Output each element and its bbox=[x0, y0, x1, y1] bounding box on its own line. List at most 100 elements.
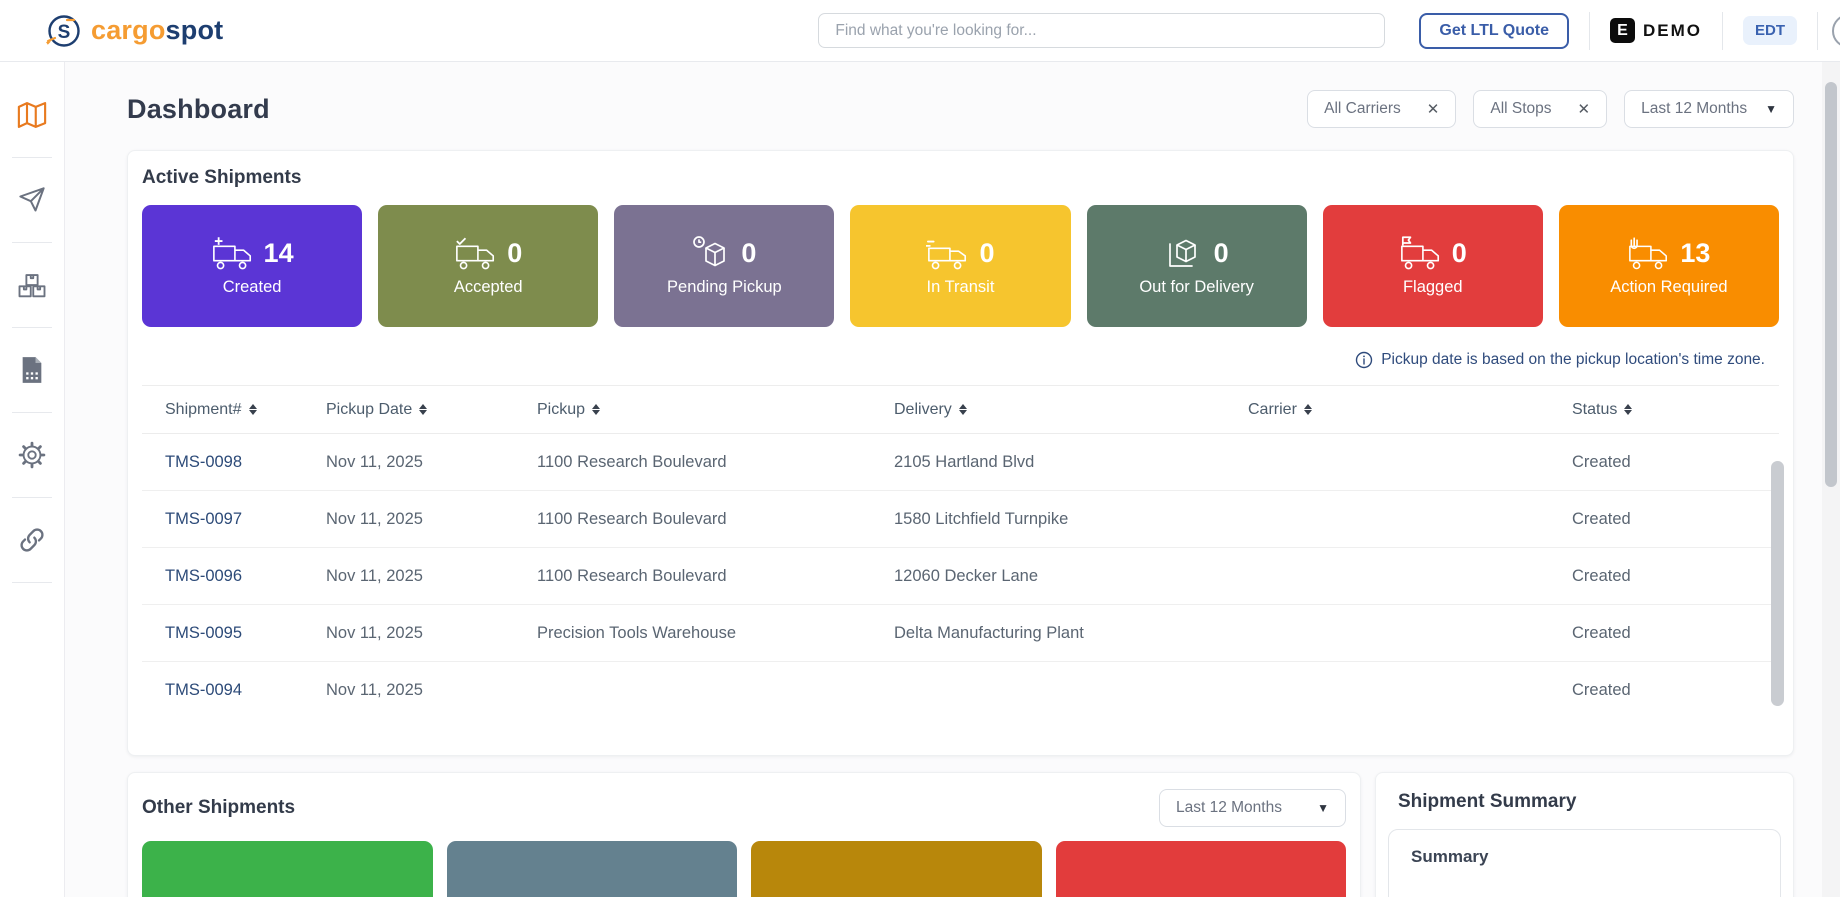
status-card-in-transit[interactable]: 0 In Transit bbox=[850, 205, 1071, 327]
header-delivery[interactable]: Delivery bbox=[894, 401, 1248, 419]
other-shipments-title: Other Shipments bbox=[142, 797, 296, 818]
summary-subtitle: Summary bbox=[1411, 847, 1489, 866]
summary-box: Summary bbox=[1388, 829, 1781, 897]
boxes-icon bbox=[17, 271, 47, 299]
pickup-cell: 1100 Research Boulevard bbox=[537, 566, 727, 585]
clear-carriers-icon[interactable]: ✕ bbox=[1427, 100, 1440, 118]
sidebar-item-invoices[interactable] bbox=[0, 331, 65, 409]
status-cell: Created bbox=[1572, 566, 1631, 585]
pickup-date-cell: Nov 11, 2025 bbox=[326, 681, 423, 699]
header-shipment[interactable]: Shipment# bbox=[142, 401, 326, 419]
sidebar-nav bbox=[0, 62, 65, 897]
other-card-green[interactable] bbox=[142, 841, 433, 897]
gear-icon bbox=[18, 441, 46, 469]
box-clock-icon bbox=[692, 235, 732, 272]
sort-icon bbox=[248, 404, 257, 415]
chevron-down-icon: ▼ bbox=[1317, 801, 1329, 815]
sidebar-separator bbox=[12, 582, 52, 583]
out-for-delivery-label: Out for Delivery bbox=[1139, 277, 1254, 296]
sidebar-item-dispatch[interactable] bbox=[0, 161, 65, 239]
sidebar-item-integrations[interactable] bbox=[0, 501, 65, 579]
delivery-cell: 1580 Litchfield Turnpike bbox=[894, 509, 1069, 528]
status-card-action-required[interactable]: 13 Action Required bbox=[1558, 205, 1779, 327]
other-card-mustard[interactable] bbox=[751, 841, 1042, 897]
table-row: TMS-0096 Nov 11, 2025 1100 Research Boul… bbox=[142, 548, 1779, 605]
pickup-date-cell: Nov 11, 2025 bbox=[326, 509, 423, 528]
sidebar-separator bbox=[12, 157, 52, 158]
table-row: TMS-0094 Nov 11, 2025 Created bbox=[142, 662, 1779, 719]
brand-logo[interactable]: S cargospot bbox=[45, 13, 223, 49]
shipment-link[interactable]: TMS-0094 bbox=[142, 681, 326, 700]
header-status[interactable]: Status bbox=[1572, 401, 1779, 419]
table-row: TMS-0095 Nov 11, 2025 Precision Tools Wa… bbox=[142, 605, 1779, 662]
global-search-input[interactable] bbox=[818, 13, 1386, 48]
pickup-cell: 1100 Research Boulevard bbox=[537, 452, 727, 471]
filter-all-stops[interactable]: All Stops ✕ bbox=[1473, 90, 1608, 128]
page-scrollbar-thumb[interactable] bbox=[1825, 82, 1837, 487]
sidebar-separator bbox=[12, 497, 52, 498]
shipment-link[interactable]: TMS-0096 bbox=[142, 567, 326, 586]
active-shipments-panel: Active Shipments 14 Created 0 Accepted 0… bbox=[127, 150, 1794, 756]
sort-icon bbox=[1303, 404, 1312, 415]
demo-badge: E DEMO bbox=[1610, 18, 1702, 43]
status-cards-row: 14 Created 0 Accepted 0 Pending Pickup 0… bbox=[142, 205, 1779, 327]
pickup-timezone-note-text: Pickup date is based on the pickup locat… bbox=[1381, 351, 1765, 368]
sort-icon bbox=[1624, 404, 1633, 415]
svg-text:S: S bbox=[58, 22, 71, 43]
pickup-cell: 1100 Research Boulevard bbox=[537, 509, 727, 528]
sidebar-item-inventory[interactable] bbox=[0, 246, 65, 324]
status-card-out-for-delivery[interactable]: 0 Out for Delivery bbox=[1086, 205, 1307, 327]
sidebar-item-map[interactable] bbox=[0, 76, 65, 154]
timezone-badge[interactable]: EDT bbox=[1743, 16, 1797, 45]
status-cell: Created bbox=[1572, 623, 1631, 642]
filter-period-select[interactable]: Last 12 Months ▼ bbox=[1624, 90, 1794, 128]
flagged-label: Flagged bbox=[1402, 277, 1463, 296]
status-card-accepted[interactable]: 0 Accepted bbox=[378, 205, 599, 327]
table-scrollbar-thumb[interactable] bbox=[1771, 461, 1784, 706]
sort-icon bbox=[419, 404, 428, 415]
other-card-red[interactable] bbox=[1055, 841, 1346, 897]
main-content: Dashboard All Carriers ✕ All Stops ✕ Las… bbox=[65, 62, 1815, 897]
chevron-down-icon: ▼ bbox=[1765, 102, 1777, 116]
other-card-bluegray[interactable] bbox=[446, 841, 737, 897]
header-divider bbox=[1589, 11, 1590, 50]
shipments-table-header: Shipment# Pickup Date Pickup Delivery Ca… bbox=[142, 386, 1779, 434]
flagged-count: 0 bbox=[1451, 238, 1467, 268]
clear-stops-icon[interactable]: ✕ bbox=[1578, 100, 1591, 118]
pickup-date-cell: Nov 11, 2025 bbox=[326, 566, 423, 585]
header-pickup[interactable]: Pickup bbox=[537, 401, 894, 419]
pending-pickup-count: 0 bbox=[741, 238, 757, 268]
page-scrollbar[interactable] bbox=[1822, 62, 1840, 897]
other-period-select[interactable]: Last 12 Months ▼ bbox=[1159, 789, 1346, 827]
get-ltl-quote-button[interactable]: Get LTL Quote bbox=[1419, 12, 1569, 49]
sidebar-item-settings[interactable] bbox=[0, 416, 65, 494]
info-icon bbox=[1355, 351, 1373, 369]
status-cell: Created bbox=[1572, 681, 1631, 699]
map-icon bbox=[17, 101, 47, 129]
filter-all-stops-label: All Stops bbox=[1490, 100, 1552, 117]
table-row: TMS-0098 Nov 11, 2025 1100 Research Boul… bbox=[142, 434, 1779, 491]
shipment-link[interactable]: TMS-0098 bbox=[142, 453, 326, 472]
active-shipments-title: Active Shipments bbox=[142, 167, 302, 188]
filter-all-carriers-label: All Carriers bbox=[1324, 100, 1401, 117]
status-card-created[interactable]: 14 Created bbox=[142, 205, 363, 327]
pickup-date-cell: Nov 11, 2025 bbox=[326, 452, 423, 471]
bottom-row: Other Shipments Last 12 Months ▼ Shipmen… bbox=[127, 772, 1794, 897]
filter-all-carriers[interactable]: All Carriers ✕ bbox=[1307, 90, 1457, 128]
status-card-pending-pickup[interactable]: 0 Pending Pickup bbox=[614, 205, 835, 327]
header-pickup-date[interactable]: Pickup Date bbox=[326, 401, 537, 419]
header-carrier[interactable]: Carrier bbox=[1248, 401, 1572, 419]
send-icon bbox=[18, 186, 46, 214]
status-card-flagged[interactable]: 0 Flagged bbox=[1322, 205, 1543, 327]
page-title: Dashboard bbox=[127, 93, 270, 124]
truck-moving-icon bbox=[926, 236, 970, 272]
other-period-label: Last 12 Months bbox=[1176, 799, 1282, 816]
box-delivery-icon bbox=[1165, 236, 1205, 272]
in-transit-label: In Transit bbox=[926, 277, 995, 296]
demo-label: DEMO bbox=[1643, 20, 1702, 40]
user-avatar-cutoff[interactable] bbox=[1832, 13, 1840, 48]
shipment-link[interactable]: TMS-0095 bbox=[142, 624, 326, 643]
shipment-link[interactable]: TMS-0097 bbox=[142, 510, 326, 529]
brand-wordmark: cargospot bbox=[91, 15, 224, 45]
dashboard-filters: All Carriers ✕ All Stops ✕ Last 12 Month… bbox=[1307, 90, 1794, 128]
